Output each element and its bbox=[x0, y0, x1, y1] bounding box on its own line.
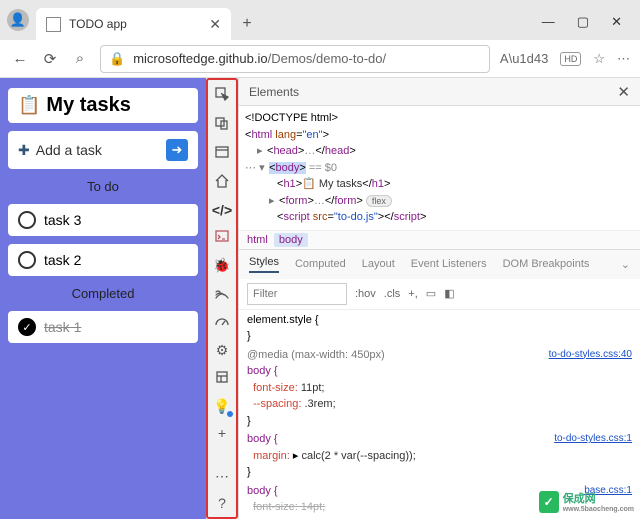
tab-styles[interactable]: Styles bbox=[249, 256, 279, 273]
tab-computed[interactable]: Computed bbox=[295, 258, 346, 270]
section-completed: Completed bbox=[8, 284, 198, 303]
tab-title: TODO app bbox=[69, 17, 201, 31]
new-rule-icon[interactable]: +, bbox=[408, 288, 417, 300]
panel-name: Elements bbox=[249, 85, 299, 99]
home-icon[interactable] bbox=[214, 173, 230, 192]
close-devtools-icon[interactable]: ✕ bbox=[617, 83, 630, 101]
browser-tab[interactable]: TODO app ✕ bbox=[36, 8, 231, 40]
section-todo: To do bbox=[8, 177, 198, 196]
address-bar[interactable]: 🔒 microsoftedge.github.io/Demos/demo-to-… bbox=[100, 45, 490, 73]
chevron-down-icon[interactable]: ⌄ bbox=[621, 258, 630, 271]
console-icon[interactable] bbox=[214, 228, 230, 247]
close-window-icon[interactable]: ✕ bbox=[611, 14, 622, 30]
rendering-icon[interactable]: ◧ bbox=[444, 287, 454, 300]
lock-icon: 🔒 bbox=[109, 51, 125, 67]
minimize-icon[interactable]: ― bbox=[542, 14, 555, 30]
styles-pane[interactable]: element.style {} @media (max-width: 450p… bbox=[239, 310, 640, 519]
dom-tree[interactable]: <!DOCTYPE html> <html lang="en"> ▸<head>… bbox=[239, 106, 640, 230]
list-item[interactable]: ✓task 1 bbox=[8, 311, 198, 343]
list-item[interactable]: task 3 bbox=[8, 204, 198, 236]
maximize-icon[interactable]: ▢ bbox=[577, 14, 589, 30]
styles-filter-input[interactable] bbox=[247, 283, 347, 305]
panel-icon[interactable] bbox=[214, 144, 230, 163]
breadcrumb[interactable]: html body bbox=[239, 230, 640, 250]
back-button[interactable]: ← bbox=[10, 49, 30, 69]
performance-icon[interactable] bbox=[214, 313, 230, 332]
new-tab-button[interactable]: + bbox=[231, 8, 263, 40]
checkbox-icon[interactable] bbox=[18, 251, 36, 269]
inspect-icon[interactable] bbox=[214, 86, 230, 105]
tab-event-listeners[interactable]: Event Listeners bbox=[411, 258, 487, 270]
checkbox-done-icon[interactable]: ✓ bbox=[18, 318, 36, 336]
favorite-icon[interactable]: ☆ bbox=[593, 51, 605, 67]
source-link[interactable]: to-do-styles.css:40 bbox=[549, 347, 632, 362]
application-icon[interactable] bbox=[214, 369, 230, 388]
help-icon[interactable]: ? bbox=[218, 495, 226, 511]
hd-badge[interactable]: HD bbox=[560, 52, 581, 66]
profile-avatar[interactable]: 👤 bbox=[7, 9, 29, 31]
tab-layout[interactable]: Layout bbox=[362, 258, 395, 270]
close-icon[interactable]: ✕ bbox=[209, 16, 221, 33]
more-icon[interactable]: ⋯ bbox=[215, 468, 229, 485]
checkbox-icon[interactable] bbox=[18, 211, 36, 229]
source-link[interactable]: to-do-styles.css:1 bbox=[554, 431, 632, 446]
todo-app: 📋 My tasks ✚ Add a task ➜ To do task 3 t… bbox=[0, 78, 206, 519]
lighthouse-icon[interactable]: 💡 bbox=[213, 398, 230, 415]
search-icon[interactable]: ⌕ bbox=[70, 49, 90, 69]
network-icon[interactable] bbox=[214, 284, 230, 303]
hov-toggle[interactable]: :hov bbox=[355, 288, 376, 300]
shield-icon: ✓ bbox=[539, 491, 559, 513]
tab-dom-breakpoints[interactable]: DOM Breakpoints bbox=[503, 258, 590, 270]
memory-icon[interactable]: ⚙ bbox=[216, 342, 229, 359]
refresh-button[interactable]: ⟳ bbox=[40, 49, 60, 69]
read-aloud-icon[interactable]: A\u1d43 bbox=[500, 51, 548, 66]
cls-toggle[interactable]: .cls bbox=[384, 288, 401, 300]
url-path: /Demos/demo-to-do/ bbox=[268, 51, 387, 66]
watermark: ✓ 保成网 www.5baocheng.com bbox=[539, 490, 634, 513]
clipboard-icon: 📋 bbox=[18, 95, 40, 116]
page-title: 📋 My tasks bbox=[8, 88, 198, 123]
url-host: microsoftedge.github.io bbox=[133, 51, 267, 66]
device-icon[interactable] bbox=[214, 115, 230, 134]
add-tool-icon[interactable]: + bbox=[218, 425, 226, 441]
devtools-activity-bar: </> 🐞 ⚙ 💡 + ⋯ ? bbox=[206, 78, 238, 519]
submit-task-button[interactable]: ➜ bbox=[166, 139, 188, 161]
add-task-input[interactable]: ✚ Add a task ➜ bbox=[8, 131, 198, 169]
menu-icon[interactable]: ⋯ bbox=[617, 51, 630, 67]
sources-icon[interactable]: 🐞 bbox=[213, 257, 230, 274]
computed-toggle-icon[interactable]: ▭ bbox=[426, 287, 436, 300]
elements-icon[interactable]: </> bbox=[212, 202, 232, 218]
favicon bbox=[46, 17, 61, 32]
list-item[interactable]: task 2 bbox=[8, 244, 198, 276]
